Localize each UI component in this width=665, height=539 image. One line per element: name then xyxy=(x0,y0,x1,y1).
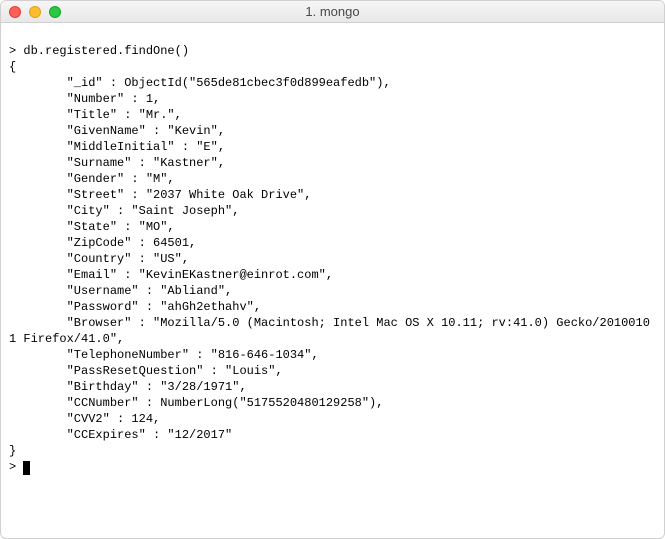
output-field: "CCNumber" : NumberLong("517552048012925… xyxy=(9,395,656,411)
output-field: "State" : "MO", xyxy=(9,219,656,235)
output-field: "_id" : ObjectId("565de81cbec3f0d899eafe… xyxy=(9,75,656,91)
output-field: "Browser" : "Mozilla/5.0 (Macintosh; Int… xyxy=(9,315,656,347)
output-field: "Title" : "Mr.", xyxy=(9,107,656,123)
command-line: > db.registered.findOne() xyxy=(9,44,189,58)
output-field: "Password" : "ahGh2ethahv", xyxy=(9,299,656,315)
open-brace: { xyxy=(9,60,16,74)
output-field: "Number" : 1, xyxy=(9,91,656,107)
minimize-icon[interactable] xyxy=(29,6,41,18)
close-icon[interactable] xyxy=(9,6,21,18)
output-field: "Email" : "KevinEKastner@einrot.com", xyxy=(9,267,656,283)
final-prompt-line: > xyxy=(9,460,30,474)
output-field: "GivenName" : "Kevin", xyxy=(9,123,656,139)
terminal-content[interactable]: > db.registered.findOne() { "_id" : Obje… xyxy=(1,23,664,479)
output-field: "Username" : "Abliand", xyxy=(9,283,656,299)
traffic-lights xyxy=(1,6,61,18)
output-field: "CCExpires" : "12/2017" xyxy=(9,427,656,443)
output-field: "Gender" : "M", xyxy=(9,171,656,187)
window-titlebar: 1. mongo xyxy=(1,1,664,23)
output-field: "ZipCode" : 64501, xyxy=(9,235,656,251)
prompt: > xyxy=(9,460,23,474)
prompt: > xyxy=(9,44,16,58)
cursor-icon xyxy=(23,461,30,475)
output-field: "Country" : "US", xyxy=(9,251,656,267)
output-field: "Birthday" : "3/28/1971", xyxy=(9,379,656,395)
zoom-icon[interactable] xyxy=(49,6,61,18)
output-field: "Surname" : "Kastner", xyxy=(9,155,656,171)
output-field: "CVV2" : 124, xyxy=(9,411,656,427)
output-field: "PassResetQuestion" : "Louis", xyxy=(9,363,656,379)
output-field: "City" : "Saint Joseph", xyxy=(9,203,656,219)
command-text: db.registered.findOne() xyxy=(23,44,189,58)
window-title: 1. mongo xyxy=(1,4,664,20)
close-brace: } xyxy=(9,444,16,458)
output-field: "MiddleInitial" : "E", xyxy=(9,139,656,155)
output-field: "Street" : "2037 White Oak Drive", xyxy=(9,187,656,203)
output-field: "TelephoneNumber" : "816-646-1034", xyxy=(9,347,656,363)
